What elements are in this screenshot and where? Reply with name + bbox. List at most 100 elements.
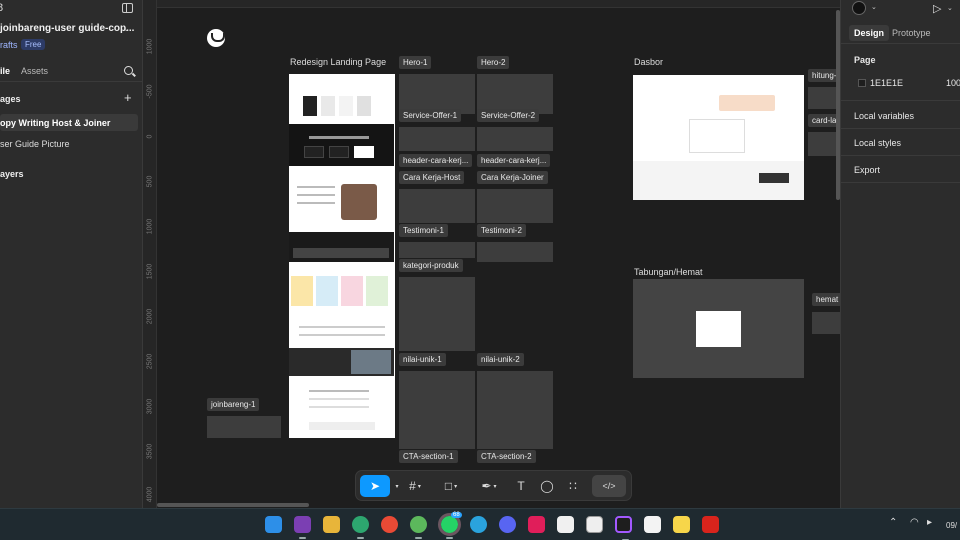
page-opacity-value[interactable]: 100 [946, 78, 960, 88]
onenote-icon[interactable] [294, 516, 311, 539]
windows-start-icon[interactable] [265, 516, 282, 533]
left-topbar: 8 [0, 0, 142, 20]
frame-dasbor[interactable] [633, 75, 804, 200]
frame-chip-hero-1[interactable]: Hero-1 [399, 56, 432, 69]
sticky-notes-icon[interactable] [673, 516, 690, 533]
frame-redesign-landing-page[interactable] [289, 74, 395, 438]
pen-tool-button[interactable]: ✒ ▾ [474, 475, 504, 497]
frame-tabungan-hemat[interactable] [633, 279, 804, 378]
volume-icon[interactable]: ▸ [927, 517, 932, 528]
frame-chip-testimoni-1[interactable]: Testimoni-1 [399, 224, 448, 237]
frame-chip-service-offer-1[interactable]: Service-Offer-1 [399, 109, 462, 122]
discord-icon[interactable] [499, 516, 516, 533]
tab-assets[interactable]: Assets [21, 66, 48, 76]
frame-service-offer-1[interactable] [399, 127, 475, 151]
local-variables-link[interactable]: Local variables [854, 111, 914, 121]
text-tool-button[interactable]: T [510, 475, 532, 497]
frame-chip-header-cara-kerja-2[interactable]: header-cara-kerj... [477, 154, 551, 167]
frame-cara-kerja-joiner[interactable] [477, 189, 553, 223]
frame-hero-2[interactable] [477, 74, 553, 114]
canvas[interactable]: 1000 -500 0 500 1000 1500 2000 2500 3000… [143, 0, 840, 508]
tray-overflow-chevron-icon[interactable]: ⌃ [889, 517, 897, 528]
frame-cara-kerja-host[interactable] [399, 189, 475, 223]
frame-chip-nilai-unik-1[interactable]: nilai-unik-1 [399, 353, 446, 366]
slack-icon[interactable] [528, 516, 545, 533]
collaborator-avatar-icon[interactable] [207, 29, 225, 47]
export-section[interactable]: Export [854, 165, 880, 175]
edge-icon[interactable] [352, 516, 369, 539]
horizontal-scrollbar[interactable] [157, 503, 309, 507]
frame-chip-joinbareng-1[interactable]: joinbareng-1 [207, 398, 260, 411]
frame-chip-service-offer-2[interactable]: Service-Offer-2 [477, 109, 540, 122]
frame-chip-header-cara-kerja-1[interactable]: header-cara-kerj... [399, 154, 473, 167]
frame-chip-hemat[interactable]: hemat [812, 293, 840, 306]
page-item-copywriting[interactable]: opy Writing Host & Joiner [0, 114, 138, 131]
toggle-sidebar-icon[interactable] [122, 3, 133, 13]
frame-hemat[interactable] [812, 312, 840, 334]
user-avatar[interactable] [852, 1, 866, 15]
frame-tool-button[interactable]: # ▾ [400, 475, 430, 497]
taskbar-date[interactable]: 09/ [946, 521, 957, 530]
frame-label-tabungan[interactable]: Tabungan/Hemat [634, 267, 703, 277]
drafts-location[interactable]: rafts [0, 40, 18, 50]
frame-label-dasbor[interactable]: Dasbor [634, 57, 663, 67]
frame-label-redesign[interactable]: Redesign Landing Page [290, 57, 386, 67]
frame-testimoni-1[interactable] [399, 242, 475, 258]
frame-service-offer-2[interactable] [477, 127, 553, 151]
frame-chip-kategori-produk[interactable]: kategori-produk [399, 259, 463, 272]
present-play-icon[interactable]: ▷ [933, 2, 941, 15]
chrome-profile-icon[interactable] [410, 516, 427, 539]
lp-dark-block [289, 124, 394, 166]
wifi-icon[interactable]: ◠ [910, 517, 919, 528]
page-color-value[interactable]: 1E1E1E [870, 78, 903, 88]
tab-file[interactable]: ile [0, 66, 10, 76]
chrome-icon[interactable] [381, 516, 398, 533]
page-color-swatch[interactable] [858, 79, 866, 87]
frame-chip-nilai-unik-2[interactable]: nilai-unik-2 [477, 353, 524, 366]
frame-nilai-unik-2[interactable] [477, 371, 553, 449]
lp-testimonial-block [289, 232, 394, 262]
whatsapp-icon[interactable]: 68 [438, 512, 462, 539]
frame-chip-hero-2[interactable]: Hero-2 [477, 56, 510, 69]
notion-icon[interactable] [557, 516, 574, 533]
file-title[interactable]: joinbareng-user guide-cop... [0, 23, 134, 34]
tab-prototype[interactable]: Prototype [892, 28, 931, 38]
frame-chip-testimoni-2[interactable]: Testimoni-2 [477, 224, 526, 237]
actions-tool-button[interactable]: ∷ [562, 475, 584, 497]
figma-menu-icon[interactable]: 8 [0, 2, 3, 14]
dev-mode-button[interactable]: </> [592, 475, 626, 497]
tab-design[interactable]: Design [849, 25, 890, 41]
pages-heading: ages [0, 94, 21, 104]
search-icon[interactable] [124, 66, 133, 75]
user-menu-chevron-icon[interactable]: ⌄ [871, 3, 877, 11]
frame-nilai-unik-1[interactable] [399, 371, 475, 449]
telegram-icon[interactable] [470, 516, 487, 533]
add-page-icon[interactable]: + [124, 90, 132, 105]
file-menu-chevron-icon[interactable]: ⌄ [123, 24, 130, 33]
figma-taskbar-icon[interactable] [615, 516, 632, 540]
ruler-tick: -500 [146, 84, 154, 99]
calendar-icon[interactable] [586, 516, 603, 533]
present-chevron-icon[interactable]: ⌄ [947, 4, 953, 12]
shape-tool-button[interactable]: □ ▾ [436, 475, 466, 497]
pen-caret-icon: ▾ [493, 483, 497, 490]
frame-hero-1[interactable] [399, 74, 475, 114]
frame-chip-cara-kerja-host[interactable]: Cara Kerja-Host [399, 171, 465, 184]
frame-testimoni-2[interactable] [477, 242, 553, 262]
left-panel: 8 joinbareng-user guide-cop... ⌄ rafts F… [0, 0, 143, 508]
comment-tool-button[interactable]: ◯ [536, 475, 558, 497]
frame-chip-cara-kerja-joiner[interactable]: Cara Kerja-Joiner [477, 171, 548, 184]
move-tool-caret-icon[interactable]: ▾ [392, 475, 400, 497]
document-app-icon[interactable] [644, 516, 661, 533]
ruler-tick: 2500 [146, 353, 154, 370]
file-explorer-icon[interactable] [323, 516, 340, 533]
local-styles-link[interactable]: Local styles [854, 138, 901, 148]
frame-chip-cta-section-2[interactable]: CTA-section-2 [477, 450, 536, 463]
move-tool-button[interactable]: ➤ [360, 475, 390, 497]
frame-joinbareng-1[interactable] [207, 416, 281, 438]
frame-kategori-produk[interactable] [399, 277, 475, 351]
lp-steps-block [289, 166, 394, 232]
acrobat-icon[interactable] [702, 516, 719, 533]
page-item-user-guide[interactable]: ser Guide Picture [0, 135, 138, 152]
frame-chip-cta-section-1[interactable]: CTA-section-1 [399, 450, 458, 463]
